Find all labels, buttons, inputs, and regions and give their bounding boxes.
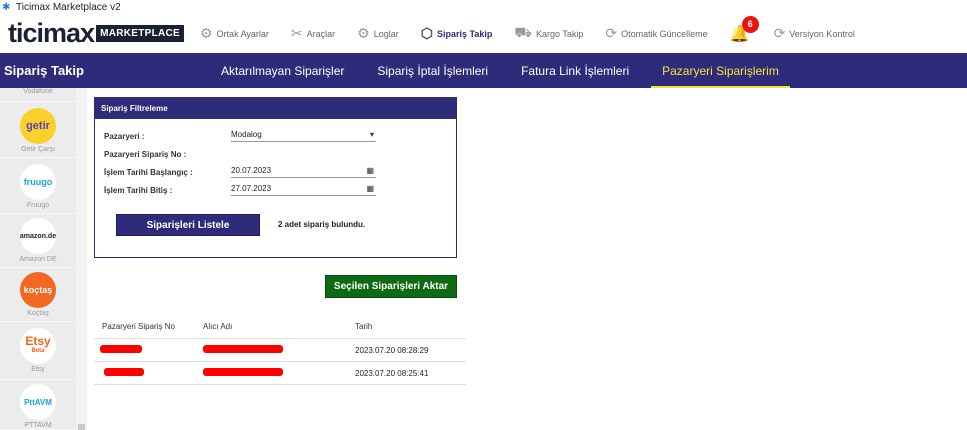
sidebar-item-etsy[interactable]: Etsy Beta Etsy (0, 328, 76, 380)
pazaryeri-label: Pazaryeri : (104, 132, 145, 141)
tools-icon: ✂ (290, 25, 303, 41)
sidebar-item-label: PTTAVM (24, 422, 52, 429)
order-date: 2023.07.20 08:25:41 (355, 368, 429, 378)
window-titlebar: ✱ Ticimax Marketplace v2 (0, 0, 967, 14)
sidebar-item-pttavm[interactable]: PttAVM PTTAVM (0, 384, 76, 430)
gear-icon: ⚙ (200, 25, 213, 41)
sidebar-item-label: Getir Çarşı (21, 146, 55, 153)
truck-icon: ⛟ (514, 24, 532, 40)
topnav-otomatik-guncelleme[interactable]: ⟳ Otomatik Güncelleme (605, 25, 707, 42)
section-title: Sipariş Takip (4, 63, 84, 78)
topnav-label: Kargo Takip (535, 28, 584, 39)
topnav-label: Ortak Ayarlar (216, 28, 269, 39)
sync-icon: ⟳ (773, 25, 786, 41)
topnav-versiyon-kontrol[interactable]: ⟳ Versiyon Kontrol (774, 25, 855, 42)
sync-icon: ⟳ (605, 25, 618, 41)
topnav-araclar[interactable]: ✂ Araçlar (291, 25, 335, 42)
main-content: Sipariş Filtreleme Pazaryeri : Modalog ▾… (87, 88, 967, 430)
baslangic-label: İşlem Tarihi Başlangıç : (104, 168, 193, 177)
pazaryeri-select[interactable]: Modalog ▾ (231, 128, 376, 142)
pazaryeri-selected-value: Modalog (231, 130, 262, 139)
column-header-siparis-no: Pazaryeri Sipariş No (102, 321, 175, 331)
topnav-label: Loglar (373, 28, 399, 39)
window-title: Ticimax Marketplace v2 (16, 1, 121, 13)
orders-table: Pazaryeri Sipariş No Alıcı Adı Tarih 202… (94, 314, 466, 385)
etsy-logo-text: Etsy (25, 334, 51, 348)
table-header: Pazaryeri Sipariş No Alıcı Adı Tarih (94, 314, 466, 339)
chevron-down-icon: ▾ (369, 130, 374, 139)
topnav-loglar[interactable]: ⚙ Loglar (357, 25, 399, 42)
sidebar-item-label: Vodafone (23, 88, 53, 95)
box-icon: ⬡ (420, 25, 433, 41)
sidebar-item-koctas[interactable]: koçtaş Koçtaş (0, 272, 76, 322)
filter-panel-title: Sipariş Filtreleme (95, 98, 456, 119)
transfer-selected-orders-button[interactable]: Seçilen Siparişleri Aktar (325, 275, 457, 298)
main-nav: Sipariş Takip Aktarılmayan Siparişler Si… (0, 53, 967, 88)
redaction-mark (203, 345, 283, 353)
bitis-date-value: 27.07.2023 (231, 184, 272, 193)
baslangic-date-value: 20.07.2023 (231, 166, 272, 175)
marketplace-sidebar: Vodafone getir Getir Çarşı fruugo Fruugo… (0, 88, 87, 430)
redacted-order-no (94, 345, 203, 355)
siparis-no-label: Pazaryeri Sipariş No : (104, 150, 187, 159)
column-header-alici-adi: Alıcı Adı (203, 321, 233, 331)
bitis-date-input[interactable]: 27.07.2023 ▦ (231, 182, 376, 196)
order-date: 2023.07.20 08:28:29 (355, 345, 429, 355)
sidebar-item-vodafone[interactable]: Vodafone (0, 88, 76, 102)
sidebar-item-label: Fruugo (26, 202, 50, 209)
siparis-no-input[interactable] (231, 146, 376, 160)
koctas-logo: koçtaş (20, 272, 56, 308)
topnav-siparis-takip[interactable]: ⬡ Sipariş Takip (421, 25, 493, 42)
sidebar-item-label: Koçtaş (27, 310, 49, 317)
order-filter-panel: Sipariş Filtreleme Pazaryeri : Modalog ▾… (94, 97, 457, 258)
tab-fatura-link-islemleri[interactable]: Fatura Link İşlemleri (521, 53, 629, 88)
sidebar-item-fruugo[interactable]: fruugo Fruugo (0, 164, 76, 214)
topnav-ortak-ayarlar[interactable]: ⚙ Ortak Ayarlar (200, 25, 269, 42)
top-nav: ⚙ Ortak Ayarlar ✂ Araçlar ⚙ Loglar ⬡ Sipariş… (200, 15, 877, 44)
redacted-buyer-name (203, 345, 355, 355)
fruugo-logo: fruugo (20, 164, 56, 200)
app-icon: ✱ (2, 1, 11, 13)
calendar-icon[interactable]: ▦ (366, 166, 374, 175)
etsy-logo: Etsy Beta (20, 328, 56, 364)
getir-logo: getir (20, 108, 56, 144)
scrollbar-thumb[interactable] (78, 424, 85, 430)
tab-aktarilmayan-siparisler[interactable]: Aktarılmayan Siparişler (221, 53, 344, 88)
redacted-order-no (94, 368, 203, 378)
amazon-logo: amazon.de (20, 218, 56, 254)
table-row[interactable]: 2023.07.20 08:28:29 (94, 339, 466, 362)
sidebar-item-label: Etsy (31, 366, 45, 373)
tab-siparis-iptal-islemleri[interactable]: Sipariş İptal İşlemleri (377, 53, 488, 88)
redaction-mark (104, 368, 144, 376)
column-header-tarih: Tarih (355, 321, 373, 331)
sidebar-item-amazon-de[interactable]: amazon.de Amazon DE (0, 218, 76, 268)
logo-wordmark: ticimax (8, 18, 95, 48)
bitis-label: İşlem Tarihi Bitiş : (104, 186, 173, 195)
topnav-label: Sipariş Takip (437, 28, 493, 39)
top-toolbar: ticimax MARKETPLACE ⚙ Ortak Ayarlar ✂ Araç… (0, 14, 967, 53)
result-count-text: 2 adet sipariş bulundu. (278, 220, 366, 229)
sidebar-item-label: Amazon DE (19, 256, 57, 263)
etsy-beta-text: Beta (31, 348, 45, 354)
baslangic-date-input[interactable]: 20.07.2023 ▦ (231, 164, 376, 178)
sidebar-scrollbar[interactable] (76, 88, 87, 430)
pttavm-logo: PttAVM (20, 384, 56, 420)
notification-count-badge: 6 (741, 15, 759, 33)
redaction-mark (203, 368, 283, 376)
redaction-mark (100, 345, 142, 353)
table-row[interactable]: 2023.07.20 08:25:41 (94, 362, 466, 385)
topnav-label: Araçlar (306, 28, 336, 39)
topnav-label: Otomatik Güncelleme (621, 28, 708, 39)
logo-badge: MARKETPLACE (96, 25, 185, 42)
topnav-kargo-takip[interactable]: ⛟ Kargo Takip (514, 24, 583, 43)
calendar-icon[interactable]: ▦ (366, 184, 374, 193)
ticimax-logo: ticimax MARKETPLACE (8, 18, 188, 49)
tab-pazaryeri-siparislerim[interactable]: Pazaryeri Siparişlerim (651, 53, 790, 88)
redacted-buyer-name (203, 368, 355, 378)
notifications-button[interactable]: 🔔 6 (730, 15, 759, 44)
topnav-label: Versiyon Kontrol (789, 28, 855, 39)
list-orders-button[interactable]: Siparişleri Listele (116, 214, 260, 236)
log-icon: ⚙ (357, 25, 370, 41)
sidebar-item-getir-carsi[interactable]: getir Getir Çarşı (0, 108, 76, 158)
